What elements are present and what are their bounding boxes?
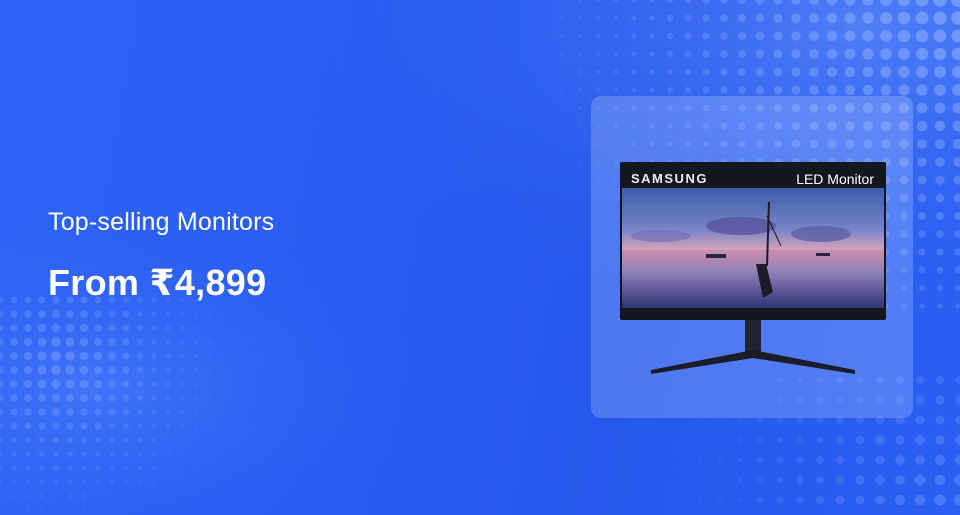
monitor-image: SAMSUNG LED Monitor bbox=[620, 162, 886, 374]
product-card[interactable]: SAMSUNG LED Monitor bbox=[591, 96, 913, 418]
promo-banner[interactable]: Top-selling Monitors From ₹4,899 SAMSUNG… bbox=[0, 0, 960, 515]
brand-logo: SAMSUNG bbox=[631, 171, 708, 186]
monitor-badge: LED Monitor bbox=[796, 171, 874, 187]
price-label: From ₹4,899 bbox=[48, 262, 267, 303]
headline: Top-selling Monitors bbox=[48, 208, 275, 236]
